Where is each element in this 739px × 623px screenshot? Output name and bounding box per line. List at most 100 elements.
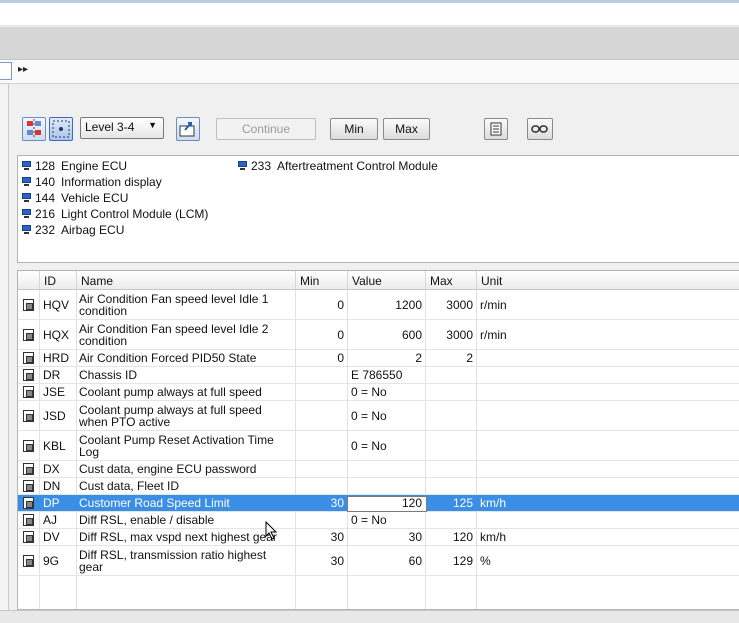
cell-min: 30 [330, 553, 344, 568]
cell-value[interactable]: 1200 [348, 290, 426, 319]
cell-value[interactable]: 60 [348, 546, 426, 575]
cell-value[interactable]: 30 [348, 529, 426, 545]
cell-value[interactable]: E 786550 [348, 367, 426, 383]
cell-max [426, 461, 477, 477]
ecu-name: Vehicle ECU [61, 190, 129, 205]
ecu-name: Airbag ECU [61, 222, 125, 237]
row-icon-cell [23, 478, 37, 494]
cell-id: JSD [43, 408, 66, 423]
cell-min [296, 461, 348, 477]
expand-chevron-icon[interactable]: ▸▸ [18, 64, 28, 75]
address-input[interactable] [0, 62, 12, 80]
tree-view-button[interactable] [22, 117, 46, 141]
cell-name: Diff RSL, enable / disable [79, 513, 215, 527]
parameter-type-icon [23, 497, 34, 509]
cell-max: 3000 [446, 297, 473, 312]
cell-value[interactable]: 0 = No [348, 431, 426, 460]
table-row[interactable]: 9G Diff RSL, transmission ratio highest g… [18, 546, 739, 576]
max-button[interactable]: Max [383, 118, 430, 140]
column-header-min[interactable]: Min [296, 271, 348, 290]
cell-max: 2 [466, 351, 473, 365]
cell-unit [480, 367, 600, 383]
level-select-value: Level 3-4 [85, 120, 135, 134]
cell-value[interactable]: 600 [348, 320, 426, 349]
cell-name: Diff RSL, transmission ratio highest gea… [79, 547, 267, 574]
cell-min [296, 367, 348, 383]
cell-id: DV [43, 530, 60, 544]
cell-name: Coolant pump always at full speed when P… [79, 402, 262, 429]
cell-max [426, 478, 477, 494]
ecu-number: 140 [35, 174, 56, 189]
ecu-computer-icon [21, 192, 32, 203]
cell-unit [480, 478, 600, 494]
table-row[interactable]: DV Diff RSL, max vspd next highest gear 30… [18, 529, 739, 546]
horizontal-scrollbar[interactable] [0, 610, 739, 623]
table-row[interactable]: DN Cust data, Fleet ID [18, 478, 739, 495]
ecu-name: Light Control Module (LCM) [61, 206, 209, 221]
calculator-button[interactable] [484, 118, 508, 140]
ecu-computer-icon [21, 224, 32, 235]
ecu-item-128[interactable]: 128 Engine ECU [21, 158, 127, 173]
cell-unit [480, 461, 600, 477]
cell-name: Chassis ID [79, 368, 138, 382]
table-row[interactable]: HQV Air Condition Fan speed level Idle 1 … [18, 290, 739, 320]
ecu-item-144[interactable]: 144 Vehicle ECU [21, 190, 128, 205]
ecu-number: 233 [251, 158, 272, 173]
cell-unit: r/min [480, 297, 507, 312]
cell-value[interactable] [348, 461, 426, 477]
column-header-name[interactable]: Name [77, 271, 296, 290]
cell-name: Customer Road Speed Limit [79, 496, 230, 510]
export-button[interactable] [176, 117, 200, 141]
menu-band [0, 27, 739, 60]
ecu-item-233[interactable]: 233 Aftertreatment Control Module [237, 158, 438, 173]
cell-name: Air Condition Fan speed level Idle 2 con… [79, 321, 269, 348]
ecu-item-232[interactable]: 232 Airbag ECU [21, 222, 124, 237]
cell-min: 30 [330, 530, 344, 544]
cell-min: 30 [330, 496, 344, 510]
row-icon-cell [23, 384, 37, 400]
table-row[interactable]: DR Chassis ID E 786550 [18, 367, 739, 384]
cell-value[interactable]: 0 = No [348, 512, 426, 528]
cell-name: Diff RSL, max vspd next highest gear [79, 530, 277, 544]
column-header-unit[interactable]: Unit [477, 271, 739, 290]
table-row[interactable]: DX Cust data, engine ECU password [18, 461, 739, 478]
row-icon-cell [23, 431, 37, 460]
min-button[interactable]: Min [330, 118, 378, 140]
cell-max [426, 431, 477, 460]
column-header-value[interactable]: Value [348, 271, 426, 290]
cell-unit: km/h [480, 530, 507, 544]
table-row[interactable]: HRD Air Condition Forced PID50 State 0 2 2 [18, 350, 739, 367]
cell-value[interactable]: 2 [348, 350, 426, 366]
cell-id: DP [43, 496, 60, 510]
grid-view-button[interactable] [49, 117, 73, 141]
cell-max [426, 512, 477, 528]
cell-value[interactable] [348, 478, 426, 494]
cell-value[interactable]: 0 = No [348, 401, 426, 430]
ecu-item-216[interactable]: 216 Light Control Module (LCM) [21, 206, 208, 221]
cell-id: DR [43, 368, 61, 382]
continue-button[interactable]: Continue [216, 118, 316, 140]
ecu-item-140[interactable]: 140 Information display [21, 174, 162, 189]
table-row[interactable]: DP Customer Road Speed Limit 30 120 125 km/h [18, 495, 739, 512]
cell-min [296, 478, 348, 494]
table-row[interactable]: JSE Coolant pump always at full speed 0 = … [18, 384, 739, 401]
parameter-type-icon [23, 386, 34, 398]
cell-value[interactable]: 0 = No [348, 384, 426, 400]
cell-unit: km/h [480, 496, 507, 510]
table-row[interactable]: AJ Diff RSL, enable / disable 0 = No [18, 512, 739, 529]
table-row[interactable]: JSD Coolant pump always at full speed whe… [18, 401, 739, 431]
parameter-type-icon [23, 369, 34, 381]
cell-value[interactable]: 120 [348, 495, 426, 511]
ecu-computer-icon [21, 208, 32, 219]
column-header-max[interactable]: Max [426, 271, 477, 290]
column-header-id[interactable]: ID [40, 271, 77, 290]
left-panel-edge [0, 84, 9, 614]
table-row[interactable]: KBL Coolant Pump Reset Activation Time Lo… [18, 431, 739, 461]
table-row[interactable]: HQX Air Condition Fan speed level Idle 2 … [18, 320, 739, 350]
level-select[interactable]: Level 3-4 ▼ [80, 117, 164, 139]
parameter-table: ID Name Min Value Max Unit HQV Air Condit… [17, 270, 739, 610]
cell-unit: r/min [480, 327, 507, 342]
row-icon-cell [23, 320, 37, 349]
row-icon-cell [23, 529, 37, 545]
link-button[interactable] [527, 118, 553, 140]
